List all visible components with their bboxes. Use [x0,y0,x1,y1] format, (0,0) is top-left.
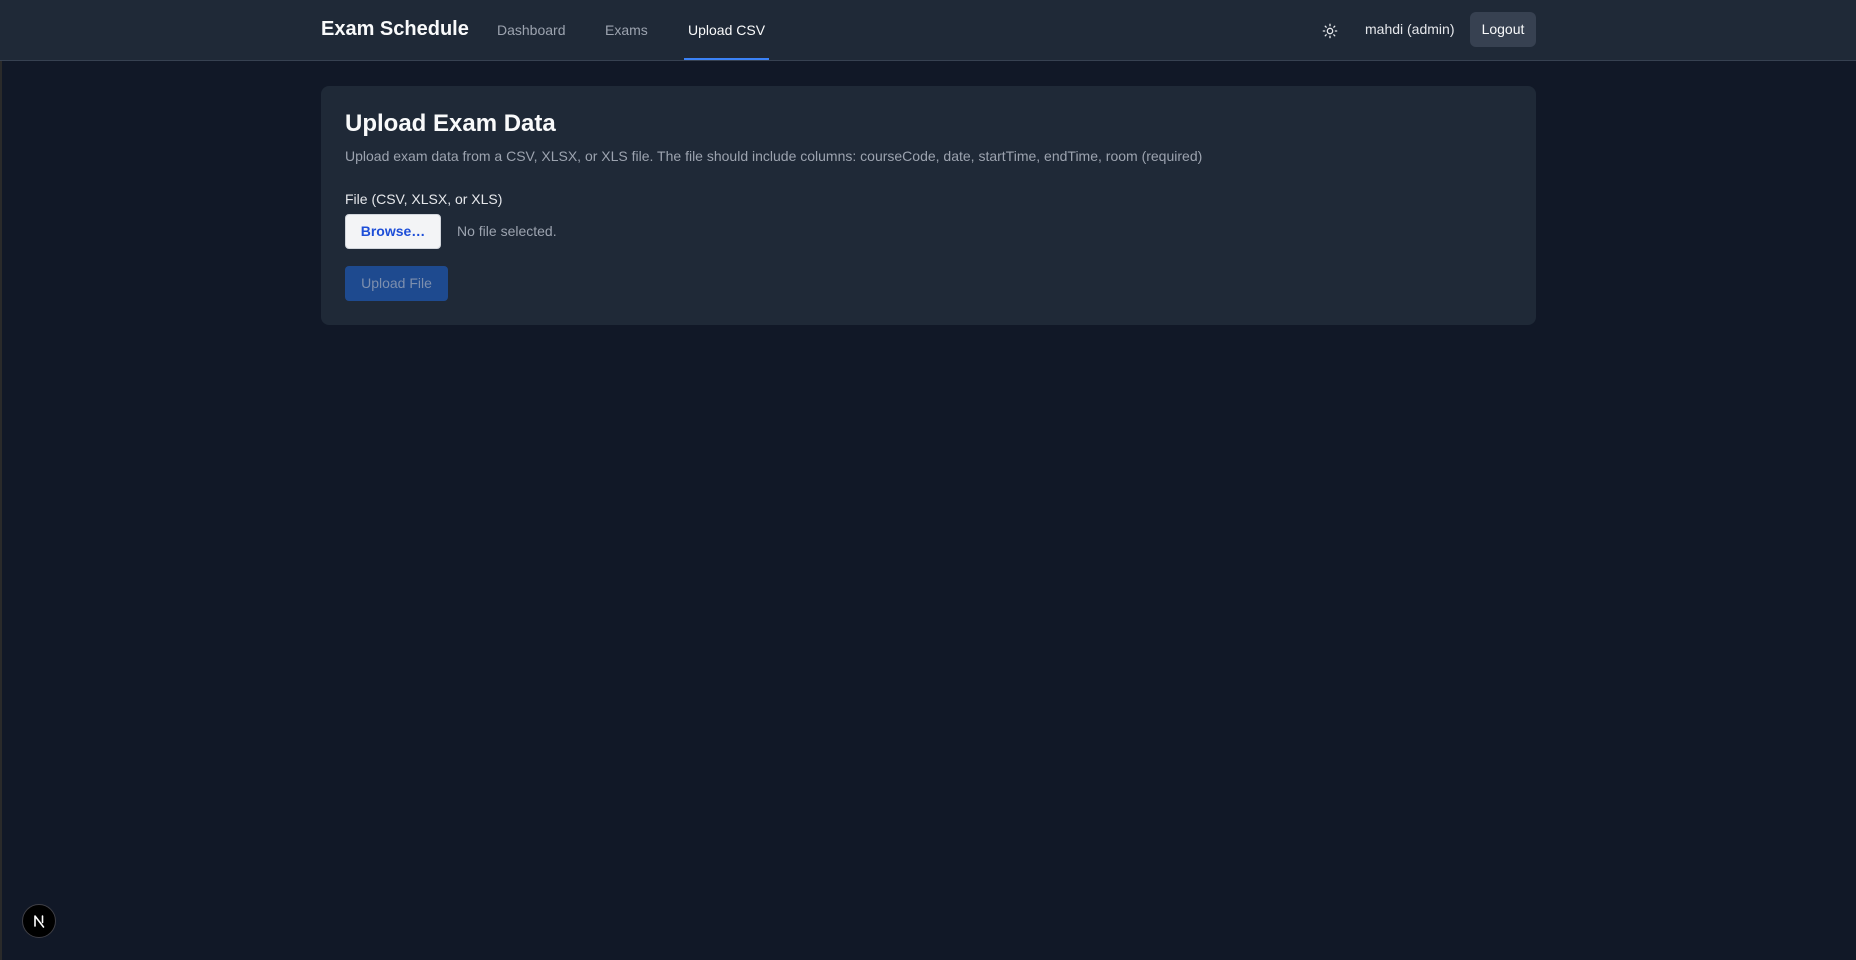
upload-card: Upload Exam Data Upload exam data from a… [321,86,1536,325]
top-navbar: Exam Schedule Dashboard Exams Upload CSV… [0,0,1856,61]
upload-description: Upload exam data from a CSV, XLSX, or XL… [345,148,1203,164]
file-input-label: File (CSV, XLSX, or XLS) [345,191,503,207]
nextjs-dev-badge[interactable] [22,904,56,938]
current-user-label: mahdi (admin) [1365,21,1455,37]
browse-button[interactable]: Browse… [345,214,441,249]
nav-link-exams[interactable]: Exams [605,0,648,60]
theme-toggle-button[interactable] [1316,17,1344,45]
upload-file-button[interactable]: Upload File [345,266,448,301]
logout-button[interactable]: Logout [1470,12,1536,47]
nav-link-upload-csv[interactable]: Upload CSV [684,0,770,60]
window-edge [0,0,2,960]
page-title: Upload Exam Data [345,110,556,137]
nextjs-logo-icon [34,915,45,928]
file-status-text: No file selected. [457,223,557,239]
nav-link-dashboard[interactable]: Dashboard [497,0,566,60]
app-brand[interactable]: Exam Schedule [321,0,469,58]
sun-icon [1322,23,1338,39]
